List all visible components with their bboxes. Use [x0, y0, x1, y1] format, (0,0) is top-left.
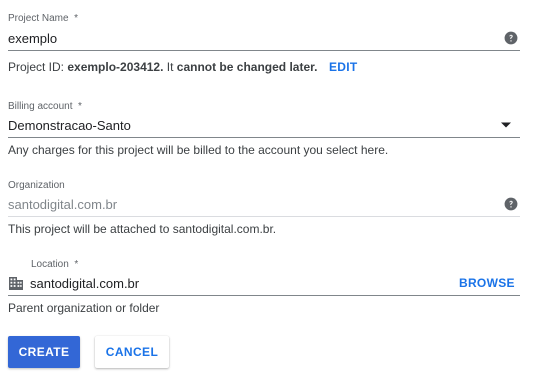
project-id-emphasis: cannot be changed later. — [176, 60, 318, 74]
organization-underline — [8, 216, 520, 217]
dropdown-arrow-icon[interactable] — [500, 121, 512, 129]
billing-account-hint: Any charges for this project will be bil… — [8, 143, 389, 157]
billing-account-label: Billing account * — [8, 101, 82, 113]
location-field[interactable]: santodigital.com.br — [30, 276, 430, 292]
organization-label: Organization — [8, 180, 65, 191]
project-name-underline — [8, 50, 520, 51]
billing-account-underline — [8, 137, 520, 138]
billing-account-select[interactable]: Demonstracao-Santo — [8, 118, 498, 134]
browse-location-button[interactable]: BROWSE — [459, 276, 515, 290]
edit-project-id-button[interactable]: EDIT — [329, 60, 358, 74]
location-underline — [8, 295, 520, 296]
cancel-button[interactable]: CANCEL — [95, 336, 169, 368]
project-id-prefix: Project ID: — [8, 60, 68, 74]
project-name-label: Project Name * — [8, 13, 78, 25]
organization-field: santodigital.com.br — [8, 197, 118, 212]
location-label: Location * — [31, 259, 78, 271]
billing-account-label-text: Billing account — [8, 101, 73, 112]
project-id-value: exemplo-203412. — [67, 60, 164, 74]
project-id-hint: Project ID: exemplo-203412. It cannot be… — [8, 60, 317, 74]
create-button[interactable]: CREATE — [8, 336, 80, 368]
help-circle-icon[interactable] — [504, 197, 518, 211]
new-project-form: Project Name * exemplo Project ID: exemp… — [0, 0, 534, 379]
location-hint: Parent organization or folder — [8, 301, 160, 315]
help-circle-icon[interactable] — [504, 31, 518, 45]
project-name-label-text: Project Name — [8, 13, 69, 24]
building-icon — [9, 276, 23, 290]
project-name-input[interactable]: exemplo — [8, 31, 498, 47]
required-mark: * — [74, 13, 79, 24]
location-label-text: Location — [31, 259, 69, 270]
organization-hint: This project will be attached to santodi… — [8, 222, 277, 236]
project-id-middle: It — [163, 60, 177, 74]
required-mark: * — [78, 101, 82, 112]
required-mark: * — [74, 259, 79, 270]
